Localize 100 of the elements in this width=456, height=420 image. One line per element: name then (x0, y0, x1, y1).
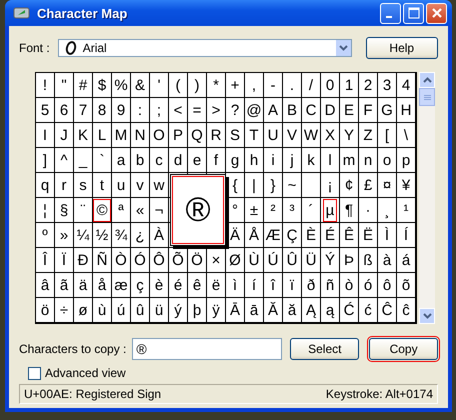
character-cell[interactable]: 8 (96, 100, 108, 120)
character-cell[interactable]: È (304, 226, 317, 244)
character-cell[interactable]: 0 (324, 76, 336, 94)
character-cell[interactable]: # (78, 76, 88, 94)
character-cell[interactable]: ø (77, 300, 89, 320)
character-cell[interactable]: . (288, 76, 296, 94)
character-cell[interactable]: ¿ (134, 226, 146, 244)
character-cell[interactable]: Ù (248, 250, 260, 270)
character-cell[interactable]: ù (96, 300, 108, 320)
character-cell[interactable]: T (248, 126, 260, 144)
character-cell[interactable]: Ó (133, 250, 147, 270)
character-cell[interactable]: J (59, 126, 69, 144)
character-cell[interactable]: £ (362, 176, 374, 194)
empty-cell[interactable] (302, 173, 321, 198)
character-cell[interactable]: Ă (266, 300, 279, 320)
character-cell[interactable]: ~ (286, 176, 298, 194)
character-cell[interactable]: E (342, 100, 355, 120)
character-cell[interactable]: Í (402, 226, 410, 244)
character-cell[interactable]: ä (78, 276, 88, 294)
character-cell[interactable]: ¦ (42, 200, 48, 220)
character-cell[interactable]: W (302, 126, 320, 144)
character-cell[interactable]: û (134, 300, 146, 320)
character-cell[interactable]: ā (248, 300, 260, 320)
character-cell[interactable]: ^ (59, 150, 69, 170)
character-cell[interactable]: C (304, 100, 318, 120)
character-cell[interactable]: o (382, 150, 392, 170)
character-cell[interactable]: + (230, 76, 240, 94)
character-cell[interactable]: 9 (116, 100, 126, 120)
character-cell[interactable]: ¸ (384, 200, 390, 220)
character-cell[interactable]: r (60, 176, 68, 194)
character-cell[interactable]: ) (194, 76, 200, 94)
character-cell[interactable]: 7 (78, 100, 88, 120)
character-cell[interactable]: i (270, 150, 276, 170)
character-cell[interactable]: v (135, 176, 145, 194)
character-cell[interactable]: [ (384, 126, 390, 144)
character-cell[interactable]: ! (42, 76, 48, 94)
character-cell[interactable]: ` (98, 150, 106, 170)
character-cell[interactable]: ¼ (76, 226, 90, 244)
character-cell[interactable]: º (41, 226, 49, 244)
character-cell[interactable]: í (250, 276, 258, 294)
character-cell[interactable]: P (172, 126, 184, 144)
character-cell[interactable]: & (134, 76, 146, 94)
character-cell[interactable]: É (324, 226, 336, 244)
character-cell[interactable]: á (400, 250, 412, 270)
character-cell[interactable]: ¡ (326, 176, 334, 194)
character-cell[interactable]: ª (117, 200, 125, 220)
character-cell[interactable]: Þ (342, 250, 355, 270)
character-cell[interactable]: f (212, 150, 220, 170)
character-cell[interactable]: _ (78, 150, 88, 170)
character-cell[interactable]: ÿ (211, 300, 221, 320)
character-cell[interactable]: 4 (400, 76, 412, 94)
character-cell[interactable]: * (212, 76, 220, 94)
character-cell[interactable]: s (78, 176, 88, 194)
character-cell[interactable]: m (342, 150, 356, 170)
character-cell[interactable]: Å (248, 226, 260, 244)
character-cell[interactable]: e (192, 150, 202, 170)
character-cell[interactable]: ß (362, 250, 374, 270)
character-cell[interactable]: ą (324, 300, 336, 320)
character-cell[interactable]: ¢ (344, 176, 354, 194)
character-cell[interactable]: { (231, 176, 238, 194)
character-cell[interactable]: ô (382, 276, 392, 294)
character-cell[interactable]: p (400, 150, 412, 170)
character-cell[interactable]: þ (192, 300, 202, 320)
character-cell[interactable]: ã (58, 276, 70, 294)
character-cell[interactable]: Ô (152, 250, 166, 270)
character-cell[interactable]: å (96, 276, 108, 294)
character-cell[interactable]: ° (231, 200, 239, 220)
character-cell[interactable]: ĉ (401, 300, 411, 320)
character-cell[interactable]: R (210, 126, 222, 144)
character-cell[interactable]: â (40, 276, 50, 294)
character-cell[interactable]: ê (192, 276, 202, 294)
character-cell[interactable]: < (172, 100, 184, 120)
character-cell[interactable]: Ą (304, 300, 317, 320)
character-cell[interactable]: ¨ (80, 200, 86, 220)
character-cell[interactable]: } (269, 176, 276, 194)
character-cell[interactable]: l (327, 150, 333, 170)
character-cell[interactable]: K (76, 126, 89, 144)
character-cell[interactable]: Ð (76, 250, 90, 270)
character-cell[interactable]: ³ (288, 200, 296, 220)
character-cell[interactable]: j (289, 150, 295, 170)
character-cell[interactable]: Ć (342, 300, 356, 320)
character-cell[interactable]: ¬ (154, 200, 164, 220)
scrollbar[interactable] (419, 72, 435, 324)
character-cell[interactable]: ì (232, 276, 238, 294)
character-cell[interactable]: Y (342, 126, 355, 144)
character-cell[interactable]: ¶ (344, 200, 354, 220)
character-cell[interactable]: O (152, 126, 166, 144)
character-cell[interactable]: I (42, 126, 48, 144)
character-cell[interactable]: Ë (362, 226, 374, 244)
character-cell[interactable]: u (116, 176, 126, 194)
character-cell[interactable]: Ò (114, 250, 128, 270)
character-cell[interactable]: Ì (384, 226, 390, 244)
character-cell[interactable]: > (210, 100, 222, 120)
character-cell[interactable]: ? (230, 100, 240, 120)
checkbox[interactable] (28, 366, 41, 380)
character-cell[interactable]: q (40, 176, 50, 194)
character-cell[interactable]: @ (245, 100, 263, 120)
font-dropdown[interactable]: Arial (58, 39, 352, 57)
help-button[interactable]: Help (366, 37, 438, 59)
character-cell[interactable]: Ö (190, 250, 204, 270)
